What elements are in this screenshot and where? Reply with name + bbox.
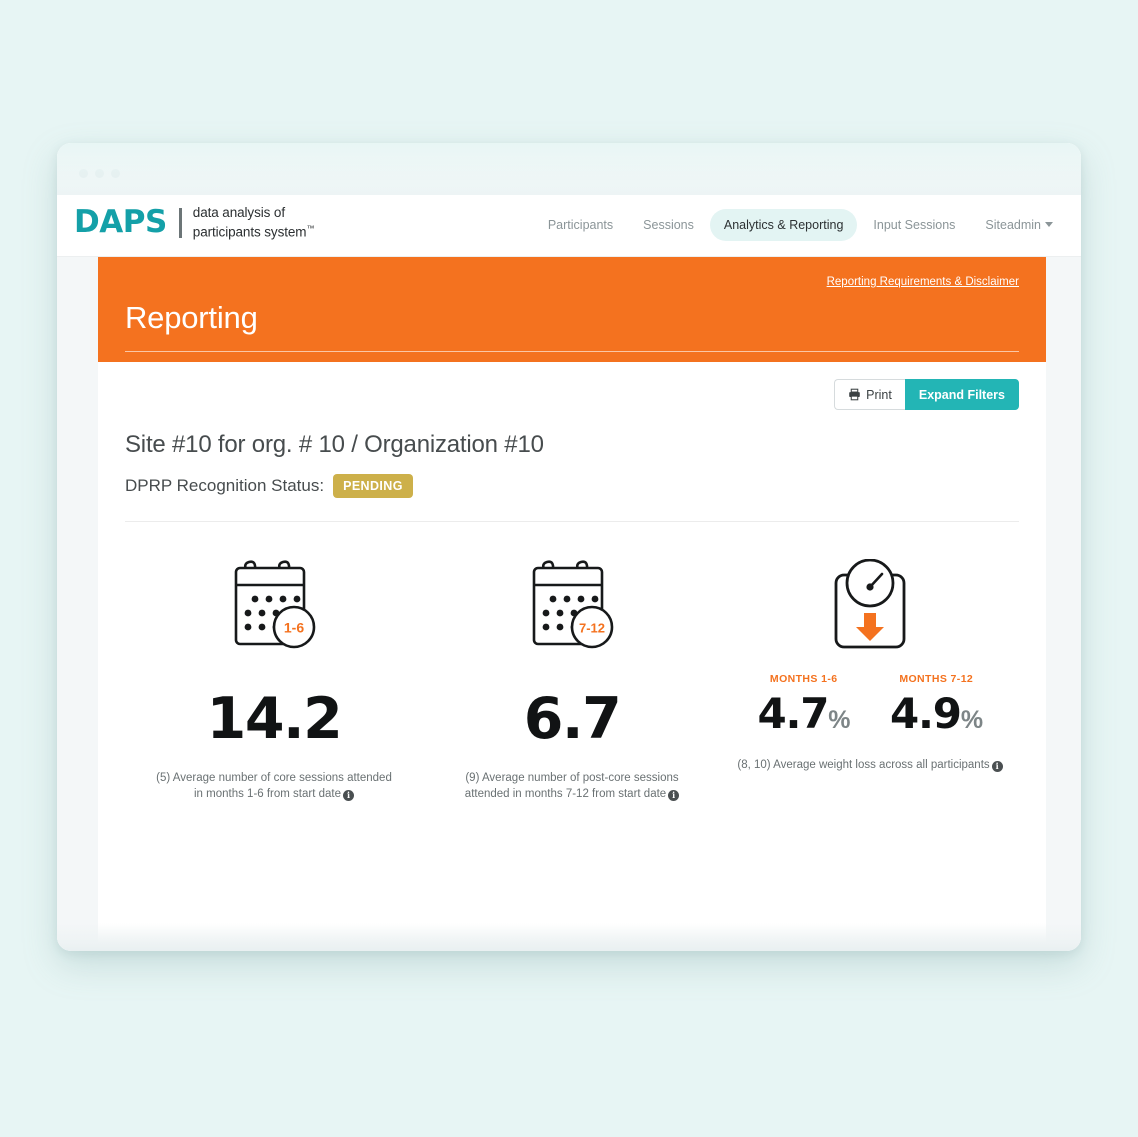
weight-sub-months-7-12: MONTHS 7-12 4.9% bbox=[890, 673, 983, 735]
recognition-status-label: DPRP Recognition Status: bbox=[125, 476, 325, 495]
metric-card-weight-loss: MONTHS 1-6 4.7% MONTHS 7-12 4.9% (8, 10)… bbox=[721, 556, 1019, 802]
nav-label: Analytics & Reporting bbox=[723, 218, 844, 232]
weight-value-group: 4.7% bbox=[757, 693, 850, 735]
weight-period-label: MONTHS 1-6 bbox=[769, 673, 838, 685]
metric-card-post-core-sessions: 7-12 6.7 (9) Average number of post-core… bbox=[423, 556, 721, 802]
calendar-badge-label: 1-6 bbox=[284, 620, 304, 636]
print-button[interactable]: Print bbox=[834, 379, 905, 410]
browser-chrome-bar bbox=[57, 143, 1081, 195]
chevron-down-icon bbox=[1045, 222, 1053, 227]
expand-filters-button[interactable]: Expand Filters bbox=[904, 379, 1019, 410]
calendar-icon: 7-12 bbox=[530, 556, 614, 656]
trademark-symbol: ™ bbox=[306, 224, 315, 233]
weight-value: 4.9 bbox=[890, 689, 962, 738]
reporting-banner: Reporting Requirements & Disclaimer Repo… bbox=[98, 257, 1046, 362]
metric-caption: (9) Average number of post-core sessions… bbox=[451, 770, 693, 802]
metric-caption: (8, 10) Average weight loss across all p… bbox=[737, 759, 1003, 772]
site-header: DAPS data analysis of participants syste… bbox=[57, 195, 1081, 257]
weight-period-label: MONTHS 7-12 bbox=[899, 673, 974, 685]
info-icon[interactable]: i bbox=[343, 790, 355, 801]
metric-value: 14.2 bbox=[206, 686, 343, 752]
metric-caption: (5) Average number of core sessions atte… bbox=[153, 770, 395, 802]
nav-label: Participants bbox=[547, 218, 614, 232]
banner-divider bbox=[125, 351, 1019, 352]
weight-sub-months-1-6: MONTHS 1-6 4.7% bbox=[757, 673, 850, 735]
recognition-status-row: DPRP Recognition Status: PENDING bbox=[125, 474, 1019, 522]
nav-item-participants[interactable]: Participants bbox=[534, 209, 627, 241]
metric-card-core-sessions: 1-6 14.2 (5) Average number of core sess… bbox=[125, 556, 423, 802]
nav-label: Siteadmin bbox=[985, 218, 1041, 232]
logo-tagline-line1: data analysis of bbox=[192, 205, 285, 220]
nav-item-input-sessions[interactable]: Input Sessions bbox=[859, 209, 969, 241]
nav-label: Sessions bbox=[643, 218, 694, 232]
weight-value-group: 4.9% bbox=[890, 693, 983, 735]
chrome-fade-overlay bbox=[57, 143, 1081, 195]
weight-value: 4.7 bbox=[757, 689, 829, 738]
metric-value: 6.7 bbox=[523, 686, 622, 752]
logo-divider bbox=[178, 207, 182, 238]
content-column: Reporting Requirements & Disclaimer Repo… bbox=[98, 257, 1046, 951]
report-title-block: Site #10 for org. # 10 / Organization #1… bbox=[98, 410, 1046, 522]
metric-caption-line2: months 1-6 from start date bbox=[206, 788, 342, 800]
nav-label: Input Sessions bbox=[873, 218, 956, 232]
calendar-icon: 1-6 bbox=[232, 556, 316, 656]
percent-symbol: % bbox=[960, 706, 983, 734]
calendar-badge-label: 7-12 bbox=[579, 621, 605, 636]
status-badge: PENDING bbox=[333, 474, 413, 498]
site-organization-title: Site #10 for org. # 10 / Organization #1… bbox=[125, 431, 544, 458]
metrics-row: 1-6 14.2 (5) Average number of core sess… bbox=[98, 522, 1046, 802]
print-button-label: Print bbox=[866, 387, 892, 402]
scale-icon bbox=[829, 556, 911, 656]
reporting-requirements-disclaimer-link[interactable]: Reporting Requirements & Disclaimer bbox=[827, 276, 1019, 288]
expand-filters-label: Expand Filters bbox=[918, 387, 1005, 402]
report-toolbar: Print Expand Filters bbox=[98, 362, 1046, 410]
printer-icon bbox=[849, 388, 860, 401]
page-title: Reporting bbox=[125, 300, 258, 335]
logo-wordmark: DAPS bbox=[74, 204, 167, 241]
weight-caption-text: (8, 10) Average weight loss across all p… bbox=[737, 759, 990, 771]
logo-tagline-line2: participants system bbox=[192, 224, 307, 240]
percent-symbol: % bbox=[828, 706, 850, 734]
nav-item-siteadmin[interactable]: Siteadmin bbox=[971, 209, 1067, 241]
nav-item-analytics-and-reporting[interactable]: Analytics & Reporting bbox=[709, 209, 858, 241]
info-icon[interactable]: i bbox=[991, 761, 1003, 772]
main-navigation: Participants Sessions Analytics & Report… bbox=[534, 209, 1067, 241]
brand-logo[interactable]: DAPS data analysis of participants syste… bbox=[74, 205, 314, 241]
weight-values-row: MONTHS 1-6 4.7% MONTHS 7-12 4.9% bbox=[757, 673, 983, 735]
page-bottom-fade bbox=[57, 923, 1081, 951]
browser-window: DAPS data analysis of participants syste… bbox=[57, 143, 1081, 951]
metric-caption-line2: months 7-12 from start date bbox=[524, 788, 667, 800]
logo-tagline: data analysis of participants system™ bbox=[193, 205, 315, 241]
nav-item-sessions[interactable]: Sessions bbox=[629, 209, 708, 241]
info-icon[interactable]: i bbox=[668, 790, 680, 801]
